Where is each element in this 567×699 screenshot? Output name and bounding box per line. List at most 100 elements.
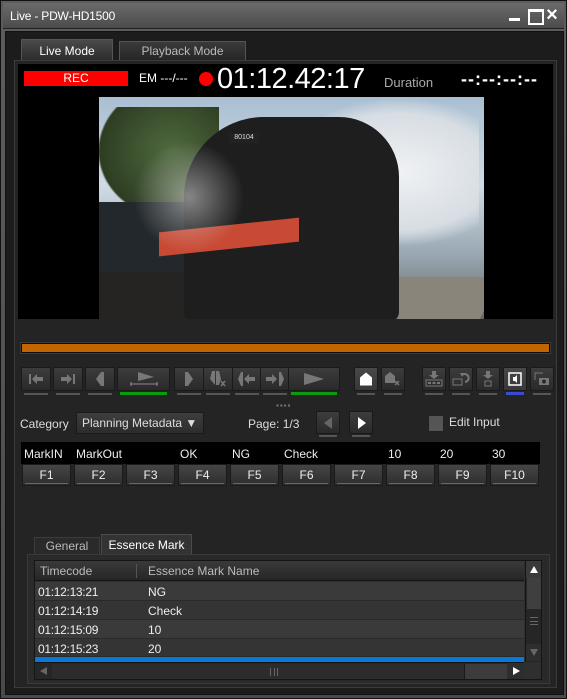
rec-indicator: REC [24, 71, 128, 86]
go-to-out-icon [266, 372, 284, 386]
scroll-right-button[interactable] [507, 663, 524, 679]
vertical-scroll-thumb[interactable] [527, 578, 541, 609]
scroll-up-button[interactable] [526, 561, 541, 578]
play-in-out-icon [129, 372, 158, 386]
tab-general[interactable]: General [34, 537, 100, 554]
title-bar[interactable]: Live - PDW-HD1500 × [3, 3, 564, 29]
close-button[interactable]: × [543, 5, 561, 25]
f8-assignment: 10 [388, 447, 402, 461]
category-dropdown[interactable]: Planning Metadata ▼ [76, 412, 204, 434]
add-marker-icon [360, 372, 372, 386]
button-indicator [263, 393, 287, 395]
row-name: NG [148, 585, 166, 599]
go-to-start-button[interactable] [21, 367, 51, 395]
f1-button[interactable]: F1 [22, 464, 71, 486]
go-to-in-icon [238, 372, 255, 386]
button-indicator [384, 393, 402, 395]
f9-button[interactable]: F9 [438, 464, 487, 486]
audio-monitor-button[interactable] [503, 367, 527, 395]
sync-button[interactable] [449, 367, 473, 395]
play-icon [304, 373, 324, 385]
scroll-grip-icon [530, 617, 538, 625]
mark-in-button[interactable] [85, 367, 115, 395]
audio-monitor-icon [508, 372, 522, 386]
go-to-end-button[interactable] [53, 367, 83, 395]
maximize-button[interactable] [525, 6, 544, 25]
tab-live-mode[interactable]: Live Mode [21, 39, 113, 61]
play-button[interactable] [288, 367, 340, 395]
table-row[interactable]: 01:12:13:21 NG [35, 582, 524, 601]
scroll-left-button[interactable] [35, 663, 52, 679]
timecode-display: 01:12.42:17 [217, 63, 365, 95]
f9-assignment: 20 [440, 447, 454, 461]
button-indicator [206, 393, 230, 395]
row-timecode: 01:12:15:09 [38, 623, 99, 637]
horizontal-scrollbar[interactable] [35, 662, 524, 679]
import-button[interactable] [422, 367, 446, 395]
video-steam [129, 137, 249, 257]
f1-assignment: MarkIN [24, 447, 63, 461]
download-button[interactable] [476, 367, 500, 395]
row-timecode: 01:12:15:23 [38, 642, 99, 656]
f2-button[interactable]: F2 [74, 464, 123, 486]
f10-button[interactable]: F10 [490, 464, 539, 486]
delete-mark-button[interactable] [203, 367, 233, 395]
download-icon [483, 371, 493, 387]
go-to-in-button[interactable] [232, 367, 262, 395]
tab-playback-mode[interactable]: Playback Mode [119, 41, 246, 60]
button-indicator [533, 393, 551, 395]
sync-icon [452, 373, 470, 386]
row-timecode: 01:12:13:21 [38, 585, 99, 599]
table-row[interactable]: 01:12:14:19 Check [35, 601, 524, 620]
go-to-end-icon [61, 374, 75, 384]
mark-out-button[interactable] [174, 367, 204, 395]
window-content: Live Mode Playback Mode REC EM ---/--- 0… [5, 31, 564, 695]
edit-input-label: Edit Input [449, 415, 500, 429]
f4-button[interactable]: F4 [178, 464, 227, 486]
snapshot-button[interactable] [530, 367, 554, 395]
row-name: 20 [148, 642, 162, 656]
snapshot-icon [534, 372, 549, 385]
button-indicator [452, 393, 470, 395]
button-indicator [177, 393, 201, 395]
mark-in-icon [96, 372, 104, 386]
next-page-button[interactable] [349, 411, 373, 437]
import-icon [425, 371, 443, 387]
duration-label: Duration [384, 75, 434, 90]
scroll-down-button[interactable] [526, 644, 541, 661]
f8-button[interactable]: F8 [386, 464, 435, 486]
page-indicator: Page: 1/3 [248, 417, 300, 431]
chevron-left-icon [324, 417, 332, 429]
f5-button[interactable]: F5 [230, 464, 279, 486]
go-to-out-button[interactable] [260, 367, 290, 395]
essence-mark-table: Timecode Essence Mark Name 01:12:13:21 N… [34, 560, 542, 680]
delete-marker-button[interactable] [381, 367, 405, 395]
column-header-timecode[interactable]: Timecode [40, 564, 92, 578]
vertical-scrollbar[interactable] [525, 561, 541, 662]
live-mode-panel: REC EM ---/--- 01:12.42:17 Duration --:-… [14, 60, 557, 688]
tab-essence-mark[interactable]: Essence Mark [101, 534, 192, 554]
button-indicator [479, 393, 497, 395]
column-separator[interactable] [136, 564, 137, 578]
add-marker-button[interactable] [354, 367, 378, 395]
horizontal-scroll-track[interactable] [465, 664, 507, 679]
essence-mark-panel: Timecode Essence Mark Name 01:12:13:21 N… [27, 554, 550, 684]
edit-input-checkbox[interactable] [428, 415, 444, 432]
row-name: 10 [148, 623, 162, 637]
table-row[interactable]: 01:12:15:09 10 [35, 620, 524, 639]
minimize-button[interactable] [506, 6, 524, 24]
f7-button[interactable]: F7 [334, 464, 383, 486]
recording-progress-bar[interactable] [20, 342, 551, 354]
f3-button[interactable]: F3 [126, 464, 175, 486]
prev-page-button[interactable] [316, 411, 340, 437]
table-row[interactable]: 01:12:15:23 20 [35, 639, 524, 657]
play-in-out-button[interactable] [117, 367, 170, 395]
delete-marker-icon [385, 372, 400, 386]
chevron-right-icon [358, 417, 366, 429]
button-indicator-active [291, 392, 337, 395]
button-indicator [56, 393, 80, 395]
column-header-name[interactable]: Essence Mark Name [148, 564, 259, 578]
horizontal-scroll-thumb[interactable] [52, 664, 465, 679]
f6-button[interactable]: F6 [282, 464, 331, 486]
splitter-handle[interactable]: ▪▪▪▪ [276, 401, 296, 410]
